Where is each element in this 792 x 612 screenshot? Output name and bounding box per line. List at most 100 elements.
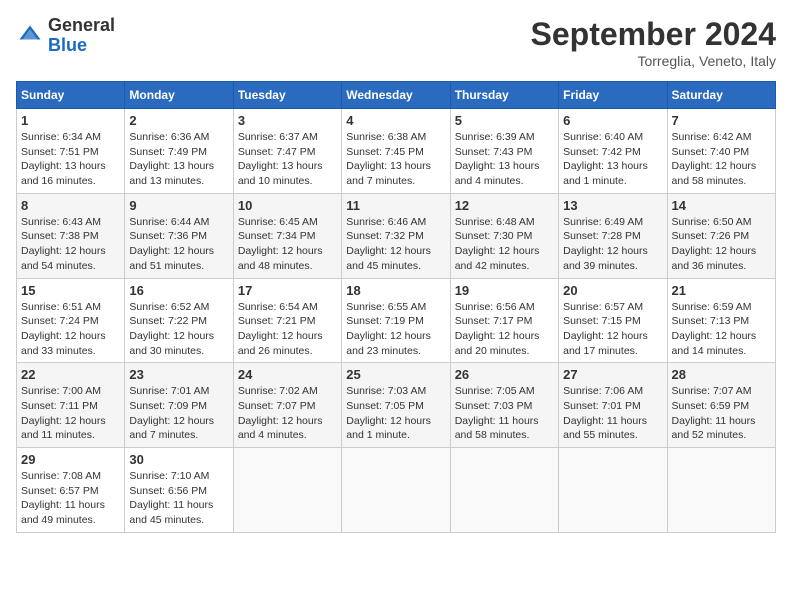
calendar-cell: 2Sunrise: 6:36 AMSunset: 7:49 PMDaylight… <box>125 109 233 194</box>
calendar-cell: 27Sunrise: 7:06 AMSunset: 7:01 PMDayligh… <box>559 363 667 448</box>
calendar-cell: 4Sunrise: 6:38 AMSunset: 7:45 PMDaylight… <box>342 109 450 194</box>
day-info: Sunrise: 7:07 AMSunset: 6:59 PMDaylight:… <box>672 384 771 443</box>
day-info: Sunrise: 7:00 AMSunset: 7:11 PMDaylight:… <box>21 384 120 443</box>
day-number: 24 <box>238 367 337 382</box>
day-info: Sunrise: 6:56 AMSunset: 7:17 PMDaylight:… <box>455 300 554 359</box>
location: Torreglia, Veneto, Italy <box>531 53 776 69</box>
calendar-header-row: SundayMondayTuesdayWednesdayThursdayFrid… <box>17 82 776 109</box>
day-info: Sunrise: 7:05 AMSunset: 7:03 PMDaylight:… <box>455 384 554 443</box>
day-info: Sunrise: 6:59 AMSunset: 7:13 PMDaylight:… <box>672 300 771 359</box>
day-info: Sunrise: 6:42 AMSunset: 7:40 PMDaylight:… <box>672 130 771 189</box>
col-header-sunday: Sunday <box>17 82 125 109</box>
day-number: 16 <box>129 283 228 298</box>
calendar-cell <box>667 448 775 533</box>
day-info: Sunrise: 6:40 AMSunset: 7:42 PMDaylight:… <box>563 130 662 189</box>
day-number: 22 <box>21 367 120 382</box>
day-number: 19 <box>455 283 554 298</box>
title-block: September 2024 Torreglia, Veneto, Italy <box>531 16 776 69</box>
calendar-cell: 1 Sunrise: 6:34 AMSunset: 7:51 PMDaylight… <box>17 109 125 194</box>
calendar-cell: 3 Sunrise: 6:37 AMSunset: 7:47 PMDaylight… <box>233 109 341 194</box>
calendar-cell: 17 Sunrise: 6:54 AMSunset: 7:21 PMDayligh… <box>233 278 341 363</box>
calendar-cell: 19 Sunrise: 6:56 AMSunset: 7:17 PMDayligh… <box>450 278 558 363</box>
calendar-week-row: 15Sunrise: 6:51 AMSunset: 7:24 PMDayligh… <box>17 278 776 363</box>
calendar-cell: 6 Sunrise: 6:40 AMSunset: 7:42 PMDaylight… <box>559 109 667 194</box>
day-number: 18 <box>346 283 445 298</box>
calendar-cell: 5 Sunrise: 6:39 AMSunset: 7:43 PMDaylight… <box>450 109 558 194</box>
logo-text: General Blue <box>48 16 115 56</box>
day-info: Sunrise: 6:48 AMSunset: 7:30 PMDaylight:… <box>455 215 554 274</box>
day-info: Sunrise: 6:45 AMSunset: 7:34 PMDaylight:… <box>238 215 337 274</box>
calendar-cell: 15Sunrise: 6:51 AMSunset: 7:24 PMDayligh… <box>17 278 125 363</box>
day-number: 4 <box>346 113 445 128</box>
day-number: 8 <box>21 198 120 213</box>
day-number: 3 <box>238 113 337 128</box>
day-info: Sunrise: 7:10 AMSunset: 6:56 PMDaylight:… <box>129 469 228 528</box>
calendar-cell <box>559 448 667 533</box>
calendar-cell: 25 Sunrise: 7:03 AMSunset: 7:05 PMDayligh… <box>342 363 450 448</box>
calendar-cell: 16 Sunrise: 6:52 AMSunset: 7:22 PMDayligh… <box>125 278 233 363</box>
logo-blue: Blue <box>48 36 115 56</box>
logo-general: General <box>48 16 115 36</box>
day-number: 14 <box>672 198 771 213</box>
day-number: 28 <box>672 367 771 382</box>
day-number: 1 <box>21 113 120 128</box>
day-number: 30 <box>129 452 228 467</box>
day-info: Sunrise: 6:34 AMSunset: 7:51 PMDaylight:… <box>21 130 120 189</box>
calendar-week-row: 29 Sunrise: 7:08 AMSunset: 6:57 PMDayligh… <box>17 448 776 533</box>
day-info: Sunrise: 6:43 AMSunset: 7:38 PMDaylight:… <box>21 215 120 274</box>
calendar-cell: 30 Sunrise: 7:10 AMSunset: 6:56 PMDayligh… <box>125 448 233 533</box>
calendar-cell: 22 Sunrise: 7:00 AMSunset: 7:11 PMDayligh… <box>17 363 125 448</box>
day-number: 5 <box>455 113 554 128</box>
day-info: Sunrise: 7:02 AMSunset: 7:07 PMDaylight:… <box>238 384 337 443</box>
month-title: September 2024 <box>531 16 776 53</box>
day-number: 21 <box>672 283 771 298</box>
calendar-cell: 13 Sunrise: 6:49 AMSunset: 7:28 PMDayligh… <box>559 193 667 278</box>
calendar-cell: 7 Sunrise: 6:42 AMSunset: 7:40 PMDaylight… <box>667 109 775 194</box>
calendar-cell: 20Sunrise: 6:57 AMSunset: 7:15 PMDayligh… <box>559 278 667 363</box>
calendar-cell: 8 Sunrise: 6:43 AMSunset: 7:38 PMDaylight… <box>17 193 125 278</box>
calendar-cell: 11Sunrise: 6:46 AMSunset: 7:32 PMDayligh… <box>342 193 450 278</box>
calendar-cell: 28 Sunrise: 7:07 AMSunset: 6:59 PMDayligh… <box>667 363 775 448</box>
calendar-cell: 29 Sunrise: 7:08 AMSunset: 6:57 PMDayligh… <box>17 448 125 533</box>
calendar-week-row: 1 Sunrise: 6:34 AMSunset: 7:51 PMDaylight… <box>17 109 776 194</box>
day-number: 17 <box>238 283 337 298</box>
day-number: 7 <box>672 113 771 128</box>
day-info: Sunrise: 6:51 AMSunset: 7:24 PMDaylight:… <box>21 300 120 359</box>
day-info: Sunrise: 6:50 AMSunset: 7:26 PMDaylight:… <box>672 215 771 274</box>
calendar-week-row: 8 Sunrise: 6:43 AMSunset: 7:38 PMDaylight… <box>17 193 776 278</box>
day-info: Sunrise: 7:01 AMSunset: 7:09 PMDaylight:… <box>129 384 228 443</box>
calendar-week-row: 22 Sunrise: 7:00 AMSunset: 7:11 PMDayligh… <box>17 363 776 448</box>
calendar-table: SundayMondayTuesdayWednesdayThursdayFrid… <box>16 81 776 533</box>
day-info: Sunrise: 6:39 AMSunset: 7:43 PMDaylight:… <box>455 130 554 189</box>
calendar-cell: 24 Sunrise: 7:02 AMSunset: 7:07 PMDayligh… <box>233 363 341 448</box>
day-number: 9 <box>129 198 228 213</box>
col-header-friday: Friday <box>559 82 667 109</box>
logo-icon <box>16 22 44 50</box>
day-number: 12 <box>455 198 554 213</box>
day-number: 6 <box>563 113 662 128</box>
page-header: General Blue September 2024 Torreglia, V… <box>16 16 776 69</box>
day-info: Sunrise: 6:37 AMSunset: 7:47 PMDaylight:… <box>238 130 337 189</box>
logo: General Blue <box>16 16 115 56</box>
calendar-cell: 21 Sunrise: 6:59 AMSunset: 7:13 PMDayligh… <box>667 278 775 363</box>
day-number: 10 <box>238 198 337 213</box>
day-info: Sunrise: 6:49 AMSunset: 7:28 PMDaylight:… <box>563 215 662 274</box>
calendar-cell: 26 Sunrise: 7:05 AMSunset: 7:03 PMDayligh… <box>450 363 558 448</box>
col-header-wednesday: Wednesday <box>342 82 450 109</box>
day-number: 13 <box>563 198 662 213</box>
day-number: 25 <box>346 367 445 382</box>
col-header-tuesday: Tuesday <box>233 82 341 109</box>
day-info: Sunrise: 6:52 AMSunset: 7:22 PMDaylight:… <box>129 300 228 359</box>
calendar-cell: 18 Sunrise: 6:55 AMSunset: 7:19 PMDayligh… <box>342 278 450 363</box>
day-info: Sunrise: 6:55 AMSunset: 7:19 PMDaylight:… <box>346 300 445 359</box>
day-info: Sunrise: 6:54 AMSunset: 7:21 PMDaylight:… <box>238 300 337 359</box>
calendar-cell: 10 Sunrise: 6:45 AMSunset: 7:34 PMDayligh… <box>233 193 341 278</box>
calendar-cell: 23Sunrise: 7:01 AMSunset: 7:09 PMDayligh… <box>125 363 233 448</box>
day-info: Sunrise: 6:36 AMSunset: 7:49 PMDaylight:… <box>129 130 228 189</box>
day-number: 26 <box>455 367 554 382</box>
day-info: Sunrise: 7:08 AMSunset: 6:57 PMDaylight:… <box>21 469 120 528</box>
day-info: Sunrise: 7:03 AMSunset: 7:05 PMDaylight:… <box>346 384 445 443</box>
calendar-cell: 9Sunrise: 6:44 AMSunset: 7:36 PMDaylight… <box>125 193 233 278</box>
day-number: 20 <box>563 283 662 298</box>
day-number: 29 <box>21 452 120 467</box>
